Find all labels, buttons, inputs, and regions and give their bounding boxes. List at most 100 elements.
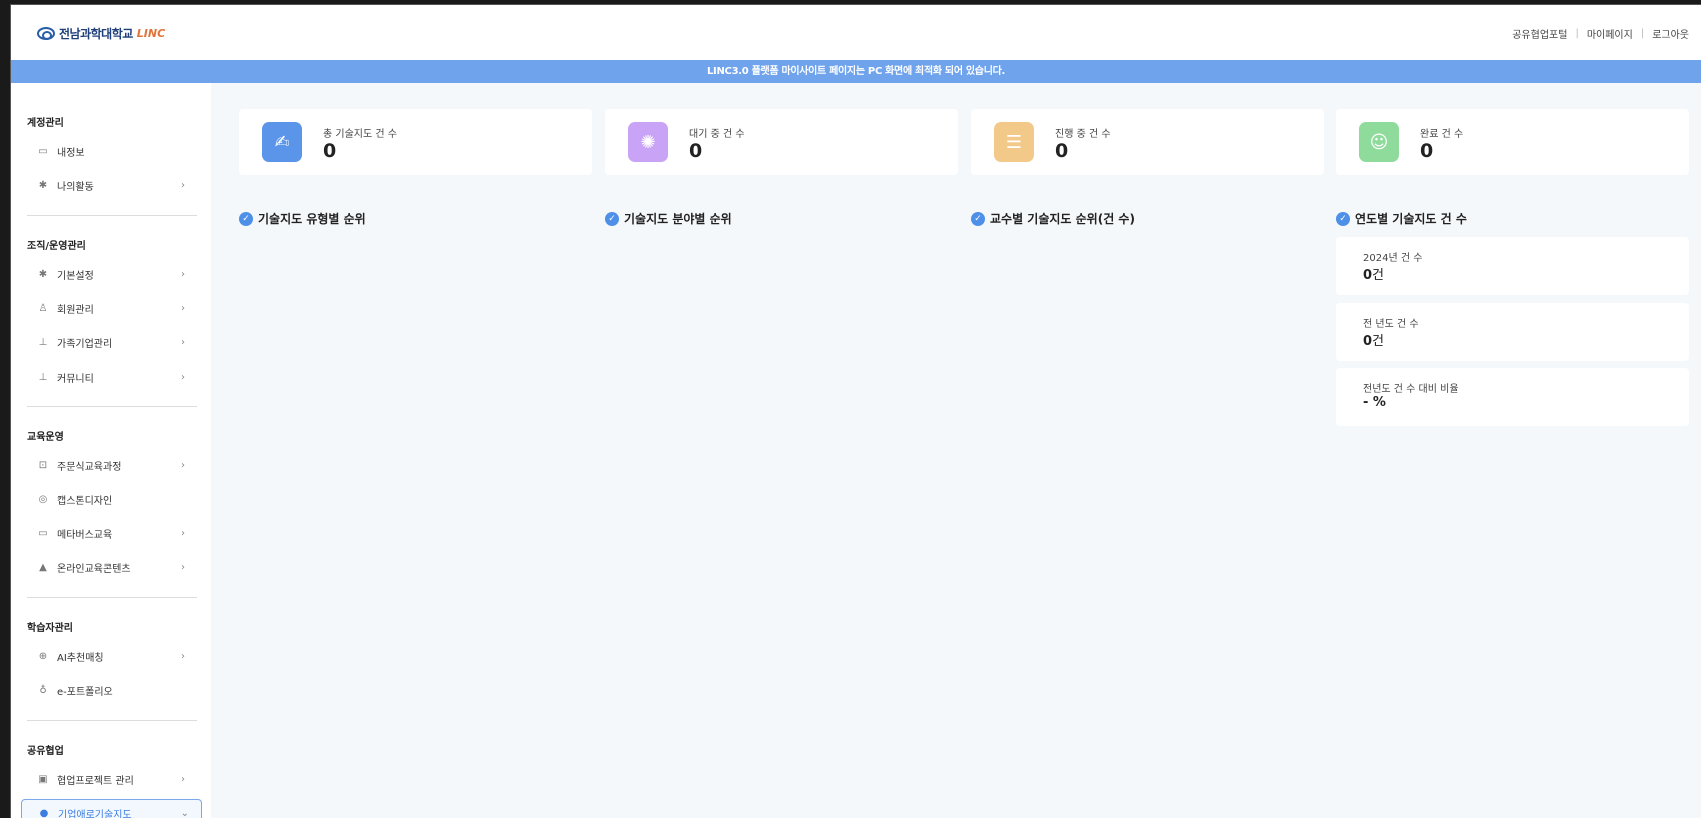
sidebar-divider xyxy=(27,720,197,721)
stat-value: 0 xyxy=(1420,140,1434,162)
year-card-ratio: 전년도 건 수 대비 비율 - % xyxy=(1336,368,1689,426)
chevron-right-icon: › xyxy=(181,650,185,662)
year-value: 0건 xyxy=(1363,264,1384,283)
sidebar-divider xyxy=(27,406,197,407)
stat-value: 0 xyxy=(689,140,703,162)
user-gear-icon: ♙ xyxy=(38,302,48,314)
stat-value: 0 xyxy=(1055,140,1069,162)
sidebar-item-my-info[interactable]: ▭ 내정보 xyxy=(27,140,197,162)
presentation-icon: ⊡ xyxy=(38,459,48,471)
section-title-field-ranking: ✓ 기술지도 분야별 순위 xyxy=(605,210,732,227)
logo-linc: LINC xyxy=(136,27,166,40)
check-circle-icon: ✓ xyxy=(971,211,985,226)
sidebar-item-label: 회원관리 xyxy=(57,304,94,316)
sidebar-item-my-activity[interactable]: ✱ 나의활동 › xyxy=(27,174,197,196)
year-value-number: 0 xyxy=(1363,268,1373,283)
year-label: 전 년도 건 수 xyxy=(1363,319,1419,330)
vr-headset-icon: ▭ xyxy=(38,527,48,539)
sidebar-item-label: 가족기업관리 xyxy=(57,338,113,350)
stat-label: 진행 중 건 수 xyxy=(1055,129,1111,140)
app-window: 전남과학대학교 LINC 공유협업포털 | 마이페이지 | 로그아웃 LINC3… xyxy=(10,4,1701,818)
logo-icon xyxy=(37,27,55,40)
loading-icon: ✺ xyxy=(628,122,668,162)
logout-link[interactable]: 로그아웃 xyxy=(1652,26,1689,41)
palette-icon: ◎ xyxy=(38,493,48,505)
org-chart-icon: ⊥ xyxy=(38,336,48,348)
year-value: 0건 xyxy=(1363,330,1384,349)
sidebar: 계정관리 ▭ 내정보 ✱ 나의활동 › 조직/운영관리 ✱ 기본설정 › ♙ 회… xyxy=(11,83,211,818)
stat-card-waiting: ✺ 대기 중 건 수 0 xyxy=(605,109,958,175)
sidebar-item-community[interactable]: ⊥ 커뮤니티 › xyxy=(27,366,197,388)
sidebar-item-custom-course[interactable]: ⊡ 주문식교육과정 › xyxy=(27,454,197,476)
sidebar-item-label: AI추천매칭 xyxy=(57,652,104,664)
sidebar-item-ai-matching[interactable]: ⊕ AI추천매칭 › xyxy=(27,645,197,667)
sidebar-item-family-company[interactable]: ⊥ 가족기업관리 › xyxy=(27,331,197,353)
sidebar-item-label: 내정보 xyxy=(57,147,85,159)
sidebar-item-label: 기본설정 xyxy=(57,270,94,282)
link-divider: | xyxy=(1575,28,1579,39)
signature-icon: ✍ xyxy=(262,122,302,162)
smile-icon: ☺ xyxy=(1359,122,1399,162)
sidebar-item-e-portfolio[interactable]: ♁ e-포트폴리오 xyxy=(27,679,197,701)
chevron-right-icon: › xyxy=(181,302,185,314)
sidebar-item-collab-project[interactable]: ▣ 협업프로젝트 관리 › xyxy=(27,768,197,790)
portal-link[interactable]: 공유협업포털 xyxy=(1512,26,1567,41)
check-circle-icon: ✓ xyxy=(239,211,253,226)
sidebar-item-label: 온라인교육콘텐츠 xyxy=(57,563,131,575)
sidebar-item-capstone[interactable]: ◎ 캡스톤디자인 xyxy=(27,488,197,510)
notice-banner: LINC3.0 플랫폼 마이사이트 페이지는 PC 화면에 최적화 되어 있습니… xyxy=(11,60,1701,83)
sidebar-item-online-content[interactable]: ▲ 온라인교육콘텐츠 › xyxy=(27,556,197,578)
chevron-right-icon: › xyxy=(181,371,185,383)
stat-card-completed: ☺ 완료 건 수 0 xyxy=(1336,109,1689,175)
year-card-previous: 전 년도 건 수 0건 xyxy=(1336,303,1689,361)
check-circle-icon: ✓ xyxy=(605,211,619,226)
sidebar-item-metaverse[interactable]: ▭ 메타버스교육 › xyxy=(27,522,197,544)
year-value-number: - % xyxy=(1363,395,1386,410)
section-title-text: 기술지도 분야별 순위 xyxy=(624,212,732,226)
year-label: 전년도 건 수 대비 비율 xyxy=(1363,384,1459,395)
list-icon: ☰ xyxy=(994,122,1034,162)
logo-text: 전남과학대학교 xyxy=(59,27,133,41)
year-value-unit: 건 xyxy=(1372,334,1385,349)
id-card-icon: ▭ xyxy=(38,145,48,157)
section-title-text: 연도별 기술지도 건 수 xyxy=(1355,212,1467,226)
project-board-icon: ▣ xyxy=(38,773,48,785)
stat-label: 총 기술지도 건 수 xyxy=(323,129,397,140)
section-title-text: 기술지도 유형별 순위 xyxy=(258,212,366,226)
section-title-professor-ranking: ✓ 교수별 기술지도 순위(건 수) xyxy=(971,210,1135,227)
sidebar-divider xyxy=(27,215,197,216)
sidebar-section-title: 조직/운영관리 xyxy=(27,241,86,252)
chevron-right-icon: › xyxy=(181,268,185,280)
online-learning-icon: ▲ xyxy=(39,561,47,573)
sidebar-section-title: 교육운영 xyxy=(27,432,64,443)
chevron-down-icon: ⌄ xyxy=(180,807,189,818)
sidebar-item-label: 기업애로기술지도 xyxy=(58,809,132,818)
sidebar-item-label: 주문식교육과정 xyxy=(57,461,122,473)
sidebar-item-label: 메타버스교육 xyxy=(57,529,113,541)
stat-value: 0 xyxy=(323,140,337,162)
sidebar-item-tech-guidance[interactable]: ● 기업애로기술지도 ⌄ xyxy=(21,799,202,818)
mypage-link[interactable]: 마이페이지 xyxy=(1587,26,1633,41)
sidebar-section-title: 공유협업 xyxy=(27,746,64,757)
section-title-text: 교수별 기술지도 순위(건 수) xyxy=(990,212,1135,226)
top-links: 공유협업포털 | 마이페이지 | 로그아웃 xyxy=(1512,26,1689,41)
chevron-right-icon: › xyxy=(181,561,185,573)
stat-card-in-progress: ☰ 진행 중 건 수 0 xyxy=(971,109,1324,175)
sidebar-item-member-management[interactable]: ♙ 회원관리 › xyxy=(27,297,197,319)
chevron-right-icon: › xyxy=(181,336,185,348)
year-label: 2024년 건 수 xyxy=(1363,253,1423,264)
question-icon: ● xyxy=(39,807,49,818)
year-value-number: 0 xyxy=(1363,334,1373,349)
sidebar-item-basic-settings[interactable]: ✱ 기본설정 › xyxy=(27,263,197,285)
sidebar-item-label: 커뮤니티 xyxy=(57,373,94,385)
header: 전남과학대학교 LINC 공유협업포털 | 마이페이지 | 로그아웃 xyxy=(11,5,1701,60)
sidebar-item-label: e-포트폴리오 xyxy=(57,686,113,698)
sidebar-item-label: 협업프로젝트 관리 xyxy=(57,775,134,787)
target-icon: ⊕ xyxy=(38,650,48,662)
chevron-right-icon: › xyxy=(181,459,185,471)
sidebar-divider xyxy=(27,597,197,598)
link-divider: | xyxy=(1640,28,1645,39)
logo[interactable]: 전남과학대학교 LINC xyxy=(37,25,165,42)
org-chart-icon: ⊥ xyxy=(38,371,48,383)
gear-icon: ✱ xyxy=(38,268,48,280)
